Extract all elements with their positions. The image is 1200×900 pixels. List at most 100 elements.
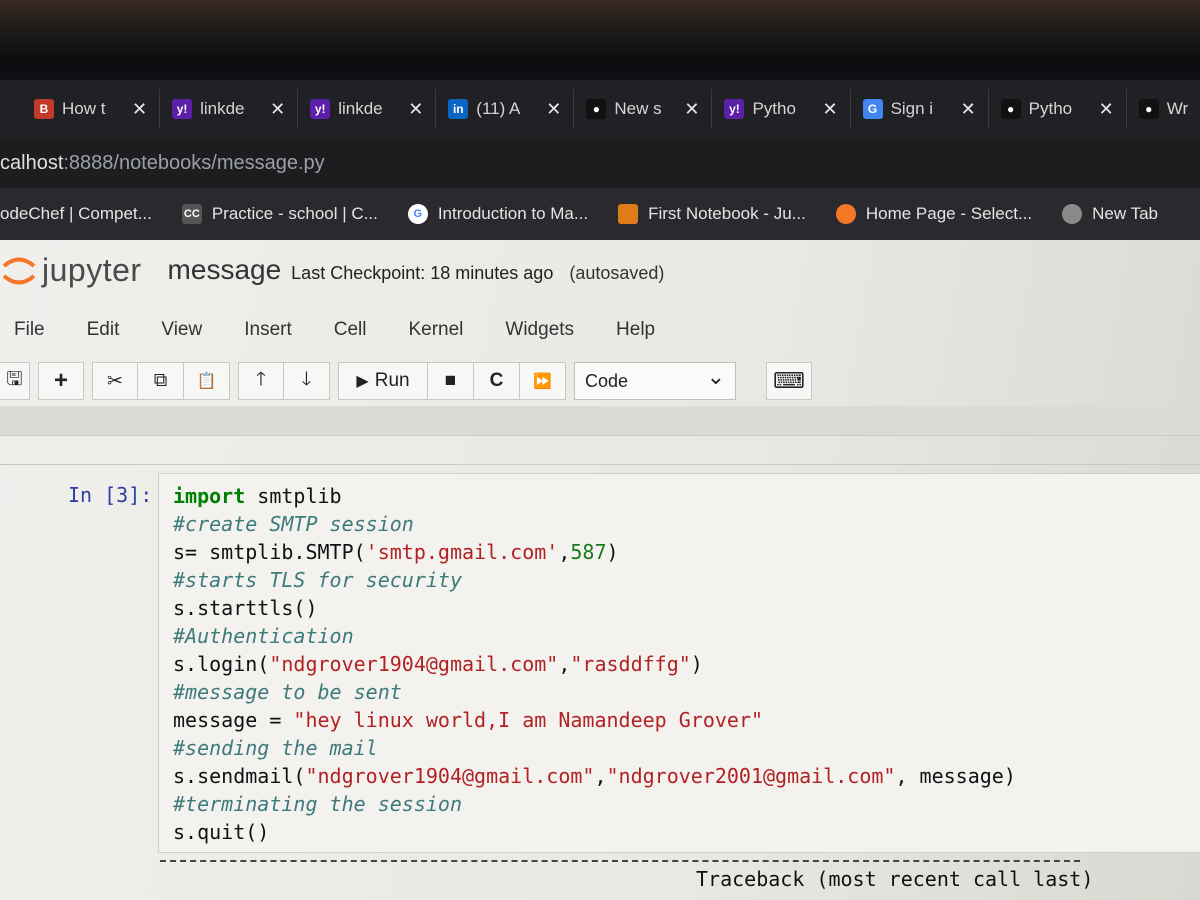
tab-title: (11) A <box>476 99 521 118</box>
close-icon[interactable]: ✕ <box>132 99 147 120</box>
tab-title: Pytho <box>1028 99 1073 118</box>
google-icon: G <box>862 99 883 119</box>
browser-tab[interactable]: y! Pytho ✕ <box>712 89 851 129</box>
code-token: #Authentication <box>173 624 354 648</box>
tab-title: linkde <box>338 99 383 118</box>
tab-title: Sign i <box>890 99 934 118</box>
notebook-toolbar: 🖫 + ✂ ⧉ 📋 🡑 🡓 ▶ Run ■ C ⏩ Code ⌄ ⌨ <box>0 360 1200 402</box>
toolbar-divider <box>0 406 1200 436</box>
code-token: , <box>558 540 571 564</box>
menu-file[interactable]: File <box>0 319 55 341</box>
paste-button[interactable]: 📋 <box>184 362 230 400</box>
bookmark-item[interactable]: CC Practice - school | C... <box>181 204 378 224</box>
menu-insert[interactable]: Insert <box>234 319 302 341</box>
jupyter-logo-icon[interactable] <box>0 251 38 289</box>
code-cell-input[interactable]: import smtplib #create SMTP session s= smt… <box>158 473 1200 853</box>
code-token: , <box>558 652 571 676</box>
close-icon[interactable]: ✕ <box>684 99 699 120</box>
browser-tab[interactable]: in (11) A ✕ <box>436 89 575 129</box>
command-palette-button[interactable]: ⌨ <box>766 362 812 400</box>
close-icon[interactable]: ✕ <box>1099 99 1114 120</box>
close-icon[interactable]: ✕ <box>270 99 285 120</box>
toolbar-group-insert: + <box>38 362 84 400</box>
browser-tab[interactable]: ● New s ✕ <box>574 89 713 129</box>
cell-type-select[interactable]: Code ⌄ <box>574 362 736 400</box>
close-icon[interactable]: ✕ <box>408 99 423 120</box>
code-line: s.login("ndgrover1904@gmail.com","rasddf… <box>173 650 1200 678</box>
move-up-button[interactable]: 🡑 <box>238 362 284 400</box>
linkedin-icon: in <box>448 99 469 119</box>
tab-title: New s <box>614 99 662 118</box>
tab-title: linkde <box>200 99 245 118</box>
menu-widgets[interactable]: Widgets <box>495 319 584 341</box>
bookmark-label: Practice - school | C... <box>211 204 378 223</box>
browser-tab[interactable]: y! linkde ✕ <box>160 89 299 129</box>
bookmark-label: Home Page - Select... <box>865 204 1033 223</box>
bookmark-item[interactable]: First Notebook - Ju... <box>618 204 806 224</box>
arrow-up-icon: 🡑 <box>256 369 266 390</box>
url-host: calhost <box>0 151 64 174</box>
menu-cell[interactable]: Cell <box>324 319 377 341</box>
save-button[interactable]: 🖫 <box>0 362 30 400</box>
toolbar-group-clipboard: ✂ ⧉ 📋 <box>92 362 230 400</box>
scissors-icon: ✂ <box>107 370 123 392</box>
menu-edit[interactable]: Edit <box>77 319 130 341</box>
medium-icon: ● <box>1138 99 1159 119</box>
traceback-header: Traceback (most recent call last) <box>696 867 1094 891</box>
close-icon[interactable]: ✕ <box>546 99 561 120</box>
bookmark-item[interactable]: odeChef | Compet... <box>0 204 152 224</box>
code-line: #sending the mail <box>173 734 1200 762</box>
url-text[interactable]: calhost:8888/notebooks/message.py <box>0 152 325 175</box>
save-icon: 🖫 <box>6 369 23 390</box>
arrow-down-icon: 🡓 <box>301 369 312 390</box>
code-line: s.sendmail("ndgrover1904@gmail.com","ndg… <box>173 762 1200 790</box>
bookmark-item[interactable]: G Introduction to Ma... <box>407 204 588 224</box>
interrupt-button[interactable]: ■ <box>428 362 474 400</box>
jupyter-logo-text[interactable]: jupyter <box>42 252 142 289</box>
code-token: ) <box>690 652 703 676</box>
notebook-name[interactable]: message <box>168 254 282 286</box>
address-bar[interactable]: calhost:8888/notebooks/message.py <box>0 138 1200 188</box>
code-token: "rasddffg" <box>570 652 691 676</box>
medium-icon: ● <box>586 99 607 119</box>
blogger-icon: B <box>34 99 54 119</box>
browser-tab[interactable]: ● Pytho ✕ <box>989 89 1127 129</box>
bookmark-item[interactable]: New Tab <box>1062 204 1158 224</box>
restart-run-all-button[interactable]: ⏩ <box>520 362 566 400</box>
code-token: smtplib <box>245 484 342 508</box>
code-token: #terminating the session <box>173 792 462 816</box>
bookmark-item[interactable]: Home Page - Select... <box>835 204 1033 224</box>
browser-tab[interactable]: y! linkde ✕ <box>298 89 437 129</box>
browser-tab[interactable]: ●Wr✕ <box>1127 89 1200 129</box>
insert-cell-button[interactable]: + <box>38 362 84 400</box>
menu-bar: File Edit View Insert Cell Kernel Widgets Help <box>0 310 1200 350</box>
close-icon[interactable]: ✕ <box>961 99 976 120</box>
notebook-icon <box>618 204 639 224</box>
code-line: s= smtplib.SMTP('smtp.gmail.com',587) <box>173 538 1200 566</box>
browser-tab-strip: B How t ✕ y! linkde ✕ y! linkde ✕ in (11) A ✕ ● New s… <box>0 80 1200 138</box>
menu-kernel[interactable]: Kernel <box>398 319 473 341</box>
code-token: "ndgrover2001@gmail.com" <box>606 764 896 788</box>
close-icon[interactable]: ✕ <box>822 99 837 120</box>
run-button[interactable]: ▶ Run <box>338 362 428 400</box>
code-token: s= smtplib.SMTP( <box>173 540 366 564</box>
code-token: "hey linux world,I am Namandeep Grover" <box>293 708 764 732</box>
code-token: #starts TLS for security <box>173 568 462 592</box>
code-line: message = "hey linux world,I am Namandee… <box>173 706 1200 734</box>
codingcompetitions-icon: CC <box>181 204 202 224</box>
tab-title: How t <box>62 99 106 118</box>
code-token: #message to be sent <box>173 680 402 704</box>
move-down-button[interactable]: 🡓 <box>284 362 330 400</box>
tab-title: Wr <box>1166 99 1189 118</box>
copy-button[interactable]: ⧉ <box>138 362 184 400</box>
code-token: message = <box>173 708 294 732</box>
browser-tab[interactable]: B How t ✕ <box>0 89 161 129</box>
menu-help[interactable]: Help <box>606 319 665 341</box>
menu-view[interactable]: View <box>151 319 212 341</box>
restart-button[interactable]: C <box>474 362 520 400</box>
browser-tab[interactable]: G Sign i ✕ <box>851 89 989 129</box>
code-line: s.starttls() <box>173 594 1200 622</box>
code-line: s.quit() <box>173 818 1200 846</box>
run-label: Run <box>374 370 410 391</box>
cut-button[interactable]: ✂ <box>92 362 138 400</box>
